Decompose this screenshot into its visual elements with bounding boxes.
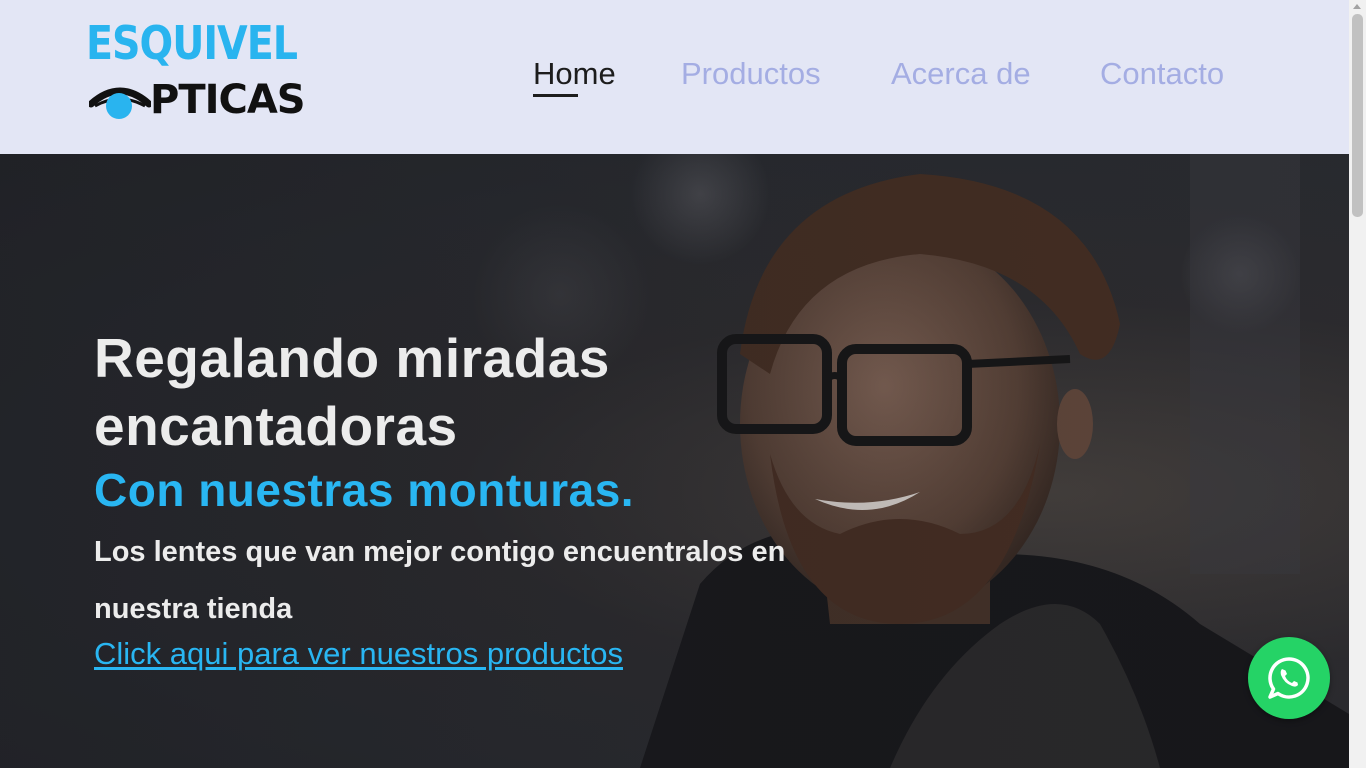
logo-text-bottom: PTICAS <box>150 77 306 123</box>
hero-text: Regalando miradas encantadoras Con nuest… <box>94 324 794 676</box>
nav-home[interactable]: Home <box>533 52 616 96</box>
site-logo[interactable]: ESQUIVEL PTICAS <box>86 17 306 128</box>
nav-contacto[interactable]: Contacto <box>1100 52 1224 96</box>
whatsapp-icon <box>1268 657 1310 699</box>
vertical-scrollbar[interactable] <box>1349 0 1366 768</box>
eye-icon <box>89 87 151 119</box>
hero-subtitle: Con nuestras monturas. <box>94 464 635 516</box>
nav-acerca-de[interactable]: Acerca de <box>891 52 1031 96</box>
nav-active-underline <box>533 94 578 97</box>
hero-section: Regalando miradas encantadoras Con nuest… <box>0 154 1349 768</box>
whatsapp-button[interactable] <box>1248 637 1330 719</box>
site-header: ESQUIVEL PTICAS Home Productos Acerca de… <box>0 0 1349 154</box>
page: ESQUIVEL PTICAS Home Productos Acerca de… <box>0 0 1366 768</box>
logo-text-top: ESQUIVEL <box>86 16 298 71</box>
scrollbar-thumb[interactable] <box>1352 14 1363 217</box>
products-link[interactable]: Click aqui para ver nuestros productos <box>94 632 623 676</box>
hero-title: Regalando miradas encantadoras <box>94 327 610 457</box>
hero-description: Los lentes que van mejor contigo encuent… <box>94 536 786 625</box>
scroll-up-arrow-icon[interactable] <box>1353 4 1361 9</box>
nav-productos[interactable]: Productos <box>681 52 821 96</box>
